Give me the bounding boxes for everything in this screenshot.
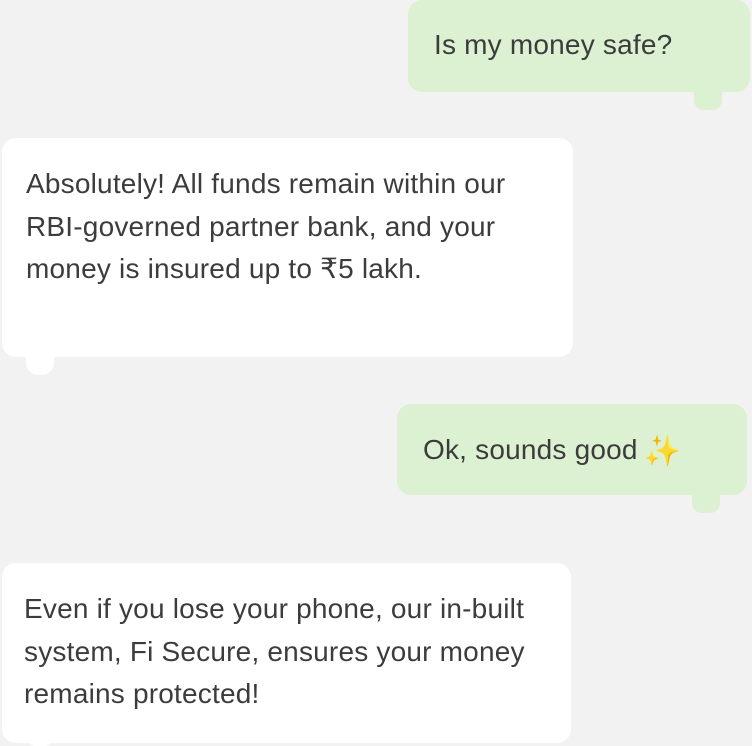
bubble-tail bbox=[26, 736, 54, 746]
bubble-tail bbox=[692, 491, 720, 513]
message-text: Is my money safe? bbox=[434, 29, 673, 60]
bubble-tail bbox=[694, 88, 722, 110]
outgoing-message-bubble: Is my money safe? bbox=[408, 0, 750, 92]
sparkles-icon: ✨ bbox=[643, 435, 682, 468]
outgoing-message-bubble: Ok, sounds good ✨ bbox=[397, 404, 747, 495]
message-text: Even if you lose your phone, our in-buil… bbox=[24, 593, 525, 709]
message-text: Ok, sounds good bbox=[423, 434, 638, 465]
bubble-tail bbox=[26, 353, 54, 375]
incoming-message-bubble: Even if you lose your phone, our in-buil… bbox=[2, 563, 571, 743]
incoming-message-bubble: Absolutely! All funds remain within our … bbox=[2, 138, 573, 357]
message-text: Absolutely! All funds remain within our … bbox=[26, 168, 506, 284]
